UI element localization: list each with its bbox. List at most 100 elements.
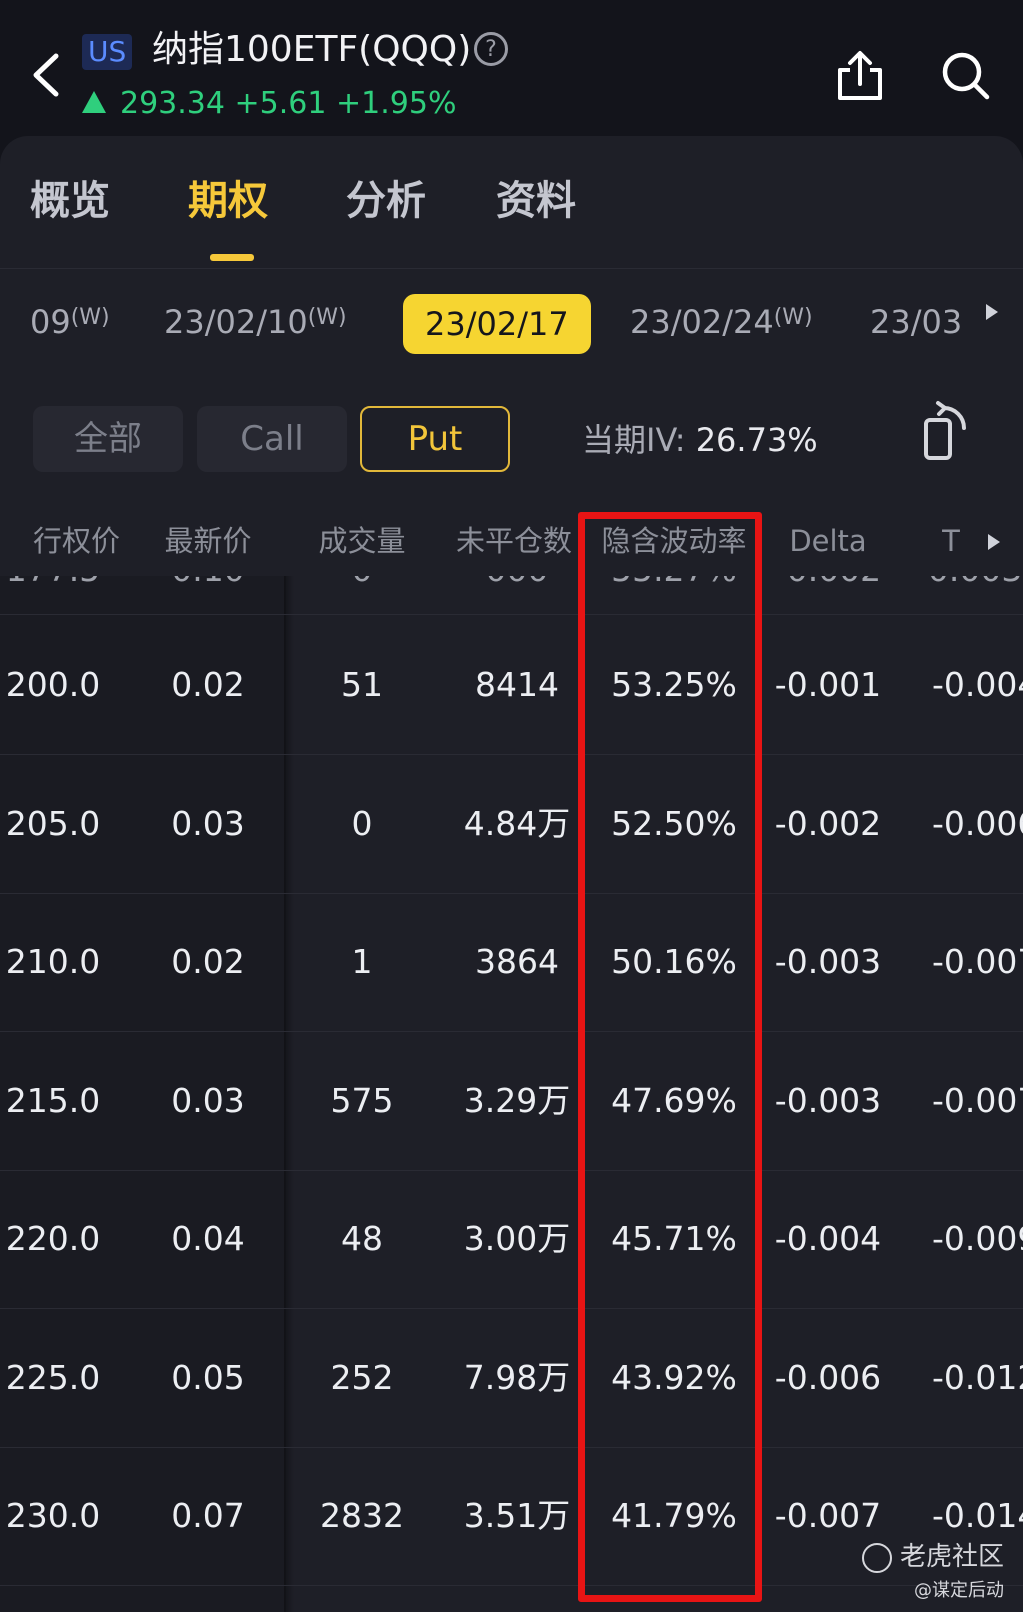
cell-strike: 215.0 bbox=[5, 1080, 101, 1120]
cell-open-interest: 3864 bbox=[475, 942, 559, 981]
cell-last: 0.10 bbox=[150, 576, 266, 590]
col-strike-header[interactable]: 行权价 bbox=[0, 506, 120, 576]
watermark-brand-text: 老虎社区 bbox=[900, 1542, 1005, 1572]
expiry-more-arrow-icon[interactable] bbox=[986, 304, 998, 320]
col-delta-header[interactable]: Delta bbox=[776, 506, 880, 576]
back-arrow-icon[interactable] bbox=[28, 50, 68, 100]
cell-last: 0.07 bbox=[171, 1496, 245, 1535]
cell-strike: 220.0 bbox=[5, 1219, 101, 1258]
tiger-logo-icon bbox=[862, 1542, 892, 1573]
cell-delta: -0.006 bbox=[774, 1357, 882, 1397]
tab-analysis[interactable]: 分析 bbox=[346, 174, 426, 228]
expiry-item[interactable]: 23/02/24(W) bbox=[630, 300, 813, 344]
cell-open-interest: 000 bbox=[452, 576, 582, 590]
help-icon[interactable]: ? bbox=[474, 32, 508, 66]
active-tab-indicator bbox=[210, 254, 254, 261]
cell-open-interest: 4.84万 bbox=[463, 803, 571, 843]
cell-delta: -0.003 bbox=[774, 1080, 882, 1120]
tab-profile[interactable]: 资料 bbox=[496, 174, 576, 228]
cell-volume: 575 bbox=[330, 1080, 394, 1120]
tab-bar: 概览 期权 分析 资料 bbox=[0, 136, 1023, 269]
cell-volume: 48 bbox=[341, 1219, 383, 1258]
cell-theta: -0.007 bbox=[932, 1080, 1023, 1120]
current-iv: 当期IV: 26.73% bbox=[582, 418, 818, 462]
col-last-header[interactable]: 最新价 bbox=[148, 506, 268, 576]
col-theta-header[interactable]: T bbox=[926, 506, 976, 576]
up-triangle-icon bbox=[82, 90, 106, 113]
expiry-selector: 09(W) 23/02/10(W) 23/02/17 23/02/24(W) 2… bbox=[0, 286, 1023, 358]
market-badge: US bbox=[82, 34, 133, 70]
cell-delta: -0.003 bbox=[774, 942, 882, 981]
cell-strike: 200.0 bbox=[5, 665, 101, 704]
cell-strike: 205.0 bbox=[5, 803, 101, 843]
price-change-percent: +1.95% bbox=[336, 86, 457, 121]
filter-put-button[interactable]: Put bbox=[360, 406, 510, 472]
cell-strike: 210.0 bbox=[5, 942, 101, 981]
quote-line: 293.34 +5.61 +1.95% bbox=[82, 82, 456, 126]
cell-delta: -0.002 bbox=[774, 803, 882, 843]
price-change: +5.61 bbox=[234, 86, 327, 121]
cell-strike: 225.0 bbox=[5, 1357, 101, 1397]
cell-volume: 0 bbox=[300, 576, 424, 590]
current-iv-value: 26.73% bbox=[695, 421, 818, 459]
table-row[interactable]: 205.00.0304.84万52.50%-0.002-0.006 bbox=[0, 755, 1023, 894]
cell-volume: 1 bbox=[351, 942, 373, 981]
options-panel: 概览 期权 分析 资料 09(W) 23/02/10(W) 23/02/17 2… bbox=[0, 136, 1023, 1612]
cell-delta: -0.002 bbox=[772, 576, 884, 590]
cell-volume: 0 bbox=[351, 803, 373, 843]
cell-last: 0.04 bbox=[171, 1219, 245, 1258]
cell-volume: 51 bbox=[341, 665, 383, 704]
cell-strike: 230.0 bbox=[5, 1496, 101, 1535]
watermark-brand: 老虎社区 bbox=[862, 1536, 1004, 1573]
cell-theta: -0.006 bbox=[932, 803, 1023, 843]
expiry-item[interactable]: 23/02/10(W) bbox=[164, 300, 347, 344]
table-row[interactable]: 225.00.052527.98万43.92%-0.006-0.012 bbox=[0, 1309, 1023, 1448]
tab-options[interactable]: 期权 bbox=[188, 174, 268, 228]
cell-open-interest: 3.51万 bbox=[463, 1496, 571, 1535]
cell-theta: -0.007 bbox=[932, 942, 1023, 981]
current-iv-label: 当期IV: bbox=[582, 421, 686, 459]
rotate-screen-icon[interactable] bbox=[922, 400, 972, 464]
cell-open-interest: 8414 bbox=[475, 665, 559, 704]
options-table: 177.5 0.10 0 000 55.27% -0.002 -0.003 20… bbox=[0, 576, 1023, 1612]
cell-volume: 2832 bbox=[320, 1496, 404, 1535]
table-row[interactable]: 210.00.021386450.16%-0.003-0.007 bbox=[0, 893, 1023, 1032]
cell-theta: -0.003 bbox=[916, 576, 1023, 590]
filter-all-button[interactable]: 全部 bbox=[33, 406, 183, 472]
expiry-item[interactable]: 23/03 bbox=[870, 300, 962, 344]
cell-last: 0.02 bbox=[171, 665, 245, 704]
table-header: 行权价 最新价 成交量 未平仓数 隐含波动率 Delta T bbox=[0, 506, 1023, 576]
cell-volume: 252 bbox=[330, 1357, 394, 1397]
table-row[interactable]: 200.00.0251841453.25%-0.001-0.004 bbox=[0, 616, 1023, 755]
cell-last: 0.05 bbox=[171, 1357, 245, 1397]
cell-strike: 177.5 bbox=[0, 576, 118, 590]
top-bar: US 纳指100ETF(QQQ) ? 293.34 +5.61 +1.95% bbox=[0, 0, 1023, 138]
col-open-interest-header[interactable]: 未平仓数 bbox=[452, 506, 576, 576]
cell-open-interest: 3.00万 bbox=[463, 1219, 571, 1258]
columns-more-arrow-icon[interactable] bbox=[988, 534, 1000, 550]
watermark-author: @谋定后动 bbox=[914, 1580, 1004, 1601]
cell-last: 0.03 bbox=[171, 1080, 245, 1120]
table-row[interactable]: 215.00.035753.29万47.69%-0.003-0.007 bbox=[0, 1032, 1023, 1171]
table-row[interactable]: 220.00.04483.00万45.71%-0.004-0.009 bbox=[0, 1170, 1023, 1309]
expiry-item-selected[interactable]: 23/02/17 bbox=[403, 294, 591, 354]
last-price: 293.34 bbox=[120, 86, 225, 121]
cell-delta: -0.001 bbox=[774, 665, 882, 704]
cell-open-interest: 3.29万 bbox=[463, 1080, 571, 1120]
filter-call-button[interactable]: Call bbox=[197, 406, 347, 472]
cell-theta: -0.012 bbox=[932, 1357, 1023, 1397]
security-title: 纳指100ETF(QQQ) bbox=[152, 29, 472, 70]
watermark: 老虎社区 @谋定后动 bbox=[862, 1532, 1022, 1602]
cell-theta: -0.009 bbox=[932, 1219, 1023, 1258]
expiry-item[interactable]: 09(W) bbox=[30, 300, 110, 344]
table-row-partial[interactable]: 177.5 0.10 0 000 55.27% -0.002 -0.003 bbox=[0, 576, 1023, 615]
cell-theta: -0.004 bbox=[932, 665, 1023, 704]
col-volume-header[interactable]: 成交量 bbox=[300, 506, 424, 576]
cell-last: 0.03 bbox=[171, 803, 245, 843]
cell-delta: -0.004 bbox=[774, 1219, 882, 1258]
tab-overview[interactable]: 概览 bbox=[30, 174, 110, 228]
iv-column-highlight-box bbox=[578, 512, 762, 1602]
share-icon[interactable] bbox=[836, 50, 884, 102]
cell-last: 0.02 bbox=[171, 942, 245, 981]
search-icon[interactable] bbox=[940, 50, 992, 102]
